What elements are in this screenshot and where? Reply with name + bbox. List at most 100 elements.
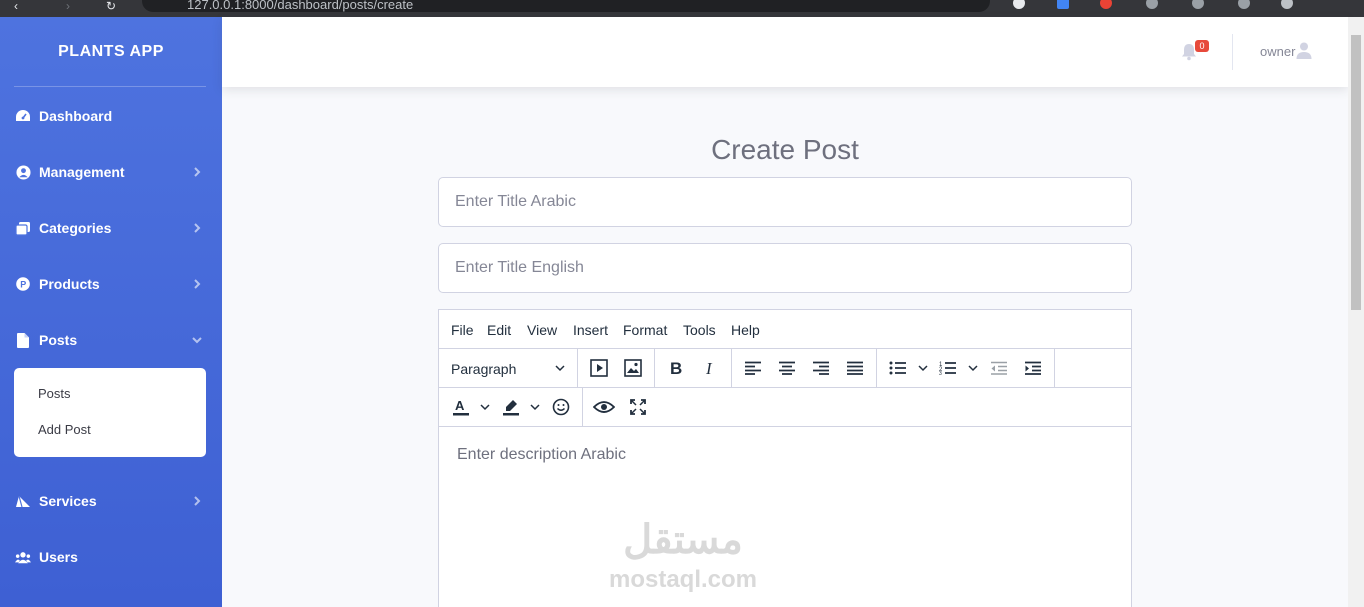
sidebar-item-label: Management	[39, 164, 125, 180]
svg-text:B: B	[670, 360, 682, 376]
align-right-icon[interactable]	[810, 358, 832, 378]
chevron-down-icon[interactable]	[530, 402, 540, 412]
menu-tools[interactable]: Tools	[683, 322, 716, 338]
chevron-down-icon	[192, 337, 202, 344]
sidebar-item-users[interactable]: Users	[0, 537, 222, 577]
notification-badge: 0	[1195, 40, 1209, 52]
chevron-right-icon	[194, 279, 201, 289]
chevron-right-icon	[194, 496, 201, 506]
editor-toolbar-secondary: A	[439, 388, 1131, 427]
scrollbar-thumb[interactable]	[1351, 35, 1361, 310]
reload-icon[interactable]: ↻	[106, 0, 118, 12]
chevron-down-icon[interactable]	[480, 402, 490, 412]
chevron-down-icon	[555, 365, 565, 372]
address-text: 127.0.0.1:8000/dashboard/posts/create	[187, 0, 414, 12]
posts-submenu: Posts Add Post	[14, 368, 206, 457]
sidebar-item-label: Categories	[39, 220, 112, 236]
submenu-item-posts[interactable]: Posts	[38, 386, 71, 401]
profile-avatar-icon[interactable]	[1281, 0, 1293, 9]
sidebar-item-products[interactable]: P Products	[0, 264, 222, 304]
menu-format[interactable]: Format	[623, 322, 667, 338]
user-name[interactable]: owner	[1260, 44, 1295, 59]
extension-icon[interactable]	[1013, 0, 1025, 9]
svg-text:P: P	[20, 280, 26, 290]
sidebar-divider	[14, 86, 206, 87]
bullet-list-icon[interactable]	[887, 358, 909, 378]
sidebar-item-label: Dashboard	[39, 108, 113, 124]
block-format-select[interactable]: Paragraph	[439, 349, 577, 387]
menu-insert[interactable]: Insert	[573, 322, 608, 338]
fullscreen-icon[interactable]	[627, 397, 649, 417]
highlight-color-icon[interactable]	[500, 397, 522, 417]
extension-badge-icon[interactable]	[1100, 0, 1112, 9]
sidebar-item-management[interactable]: Management	[0, 152, 222, 192]
services-icon	[15, 493, 31, 509]
emoji-icon[interactable]	[550, 397, 572, 417]
svg-text:A: A	[455, 398, 465, 413]
block-format-value: Paragraph	[451, 361, 517, 377]
topbar-divider	[1232, 34, 1233, 70]
user-circle-icon	[15, 164, 31, 180]
copy-icon	[15, 220, 31, 236]
align-center-icon[interactable]	[776, 358, 798, 378]
sidebar-item-services[interactable]: Services	[0, 481, 222, 521]
chevron-right-icon	[194, 223, 201, 233]
title-english-input[interactable]	[438, 243, 1132, 293]
tachometer-icon	[15, 108, 31, 124]
address-bar[interactable]: 127.0.0.1:8000/dashboard/posts/create	[142, 0, 990, 12]
submenu-item-add-post[interactable]: Add Post	[38, 422, 91, 437]
align-justify-icon[interactable]	[844, 358, 866, 378]
align-left-icon[interactable]	[742, 358, 764, 378]
toolbar-separator	[654, 349, 655, 387]
watermark-logo: مستقل mostaql.com	[600, 518, 766, 598]
tab-icon[interactable]	[1238, 0, 1250, 9]
menu-file[interactable]: File	[451, 322, 474, 338]
chevron-down-icon[interactable]	[968, 363, 978, 373]
translate-icon[interactable]	[1057, 0, 1069, 9]
toolbar-separator	[876, 349, 877, 387]
puzzle-icon[interactable]	[1146, 0, 1158, 9]
toolbar-separator	[577, 349, 578, 387]
editor-toolbar-primary: Paragraph B I 1 2 3	[439, 349, 1131, 388]
sidebar-item-label: Services	[39, 493, 97, 509]
chevron-down-icon[interactable]	[918, 363, 928, 373]
sidebar-item-posts[interactable]: Posts	[0, 320, 222, 360]
italic-icon[interactable]: I	[699, 358, 721, 378]
title-arabic-input[interactable]	[438, 177, 1132, 227]
sidebar-item-label: Users	[39, 549, 78, 565]
editor-menubar: File Edit View Insert Format Tools Help	[439, 310, 1131, 349]
insert-media-icon[interactable]	[588, 358, 610, 378]
media-icon[interactable]	[1192, 0, 1204, 9]
sidebar-item-dashboard[interactable]: Dashboard	[0, 96, 222, 136]
svg-text:3: 3	[939, 371, 942, 375]
user-avatar-icon[interactable]	[1296, 42, 1312, 59]
product-p-icon: P	[15, 276, 31, 292]
preview-eye-icon[interactable]	[593, 397, 615, 417]
page-scrollbar[interactable]	[1348, 17, 1364, 607]
insert-image-icon[interactable]	[622, 358, 644, 378]
topbar: 0 owner	[222, 17, 1348, 87]
forward-icon[interactable]: ›	[66, 0, 78, 12]
chevron-right-icon	[194, 167, 201, 177]
bold-icon[interactable]: B	[665, 358, 687, 378]
numbered-list-icon[interactable]: 123	[937, 358, 959, 378]
svg-text:I: I	[705, 360, 713, 376]
sidebar: PLANTS APP Dashboard Management Categori…	[0, 17, 222, 607]
toolbar-separator	[582, 388, 583, 426]
text-color-icon[interactable]: A	[450, 397, 472, 417]
watermark-latin: mostaql.com	[608, 566, 758, 593]
toolbar-separator	[731, 349, 732, 387]
toolbar-separator	[1054, 349, 1055, 387]
brand-name[interactable]: PLANTS APP	[0, 43, 222, 61]
menu-edit[interactable]: Edit	[487, 322, 511, 338]
watermark-arabic: مستقل	[623, 518, 743, 562]
rich-text-editor: File Edit View Insert Format Tools Help …	[438, 309, 1132, 607]
indent-icon[interactable]	[1022, 358, 1044, 378]
sidebar-item-categories[interactable]: Categories	[0, 208, 222, 248]
editor-content-area[interactable]: Enter description Arabic	[457, 446, 626, 464]
menu-view[interactable]: View	[527, 322, 557, 338]
menu-help[interactable]: Help	[731, 322, 760, 338]
outdent-icon[interactable]	[988, 358, 1010, 378]
back-icon[interactable]: ‹	[14, 0, 26, 12]
browser-toolbar: ‹ › ↻ 127.0.0.1:8000/dashboard/posts/cre…	[0, 0, 1364, 17]
